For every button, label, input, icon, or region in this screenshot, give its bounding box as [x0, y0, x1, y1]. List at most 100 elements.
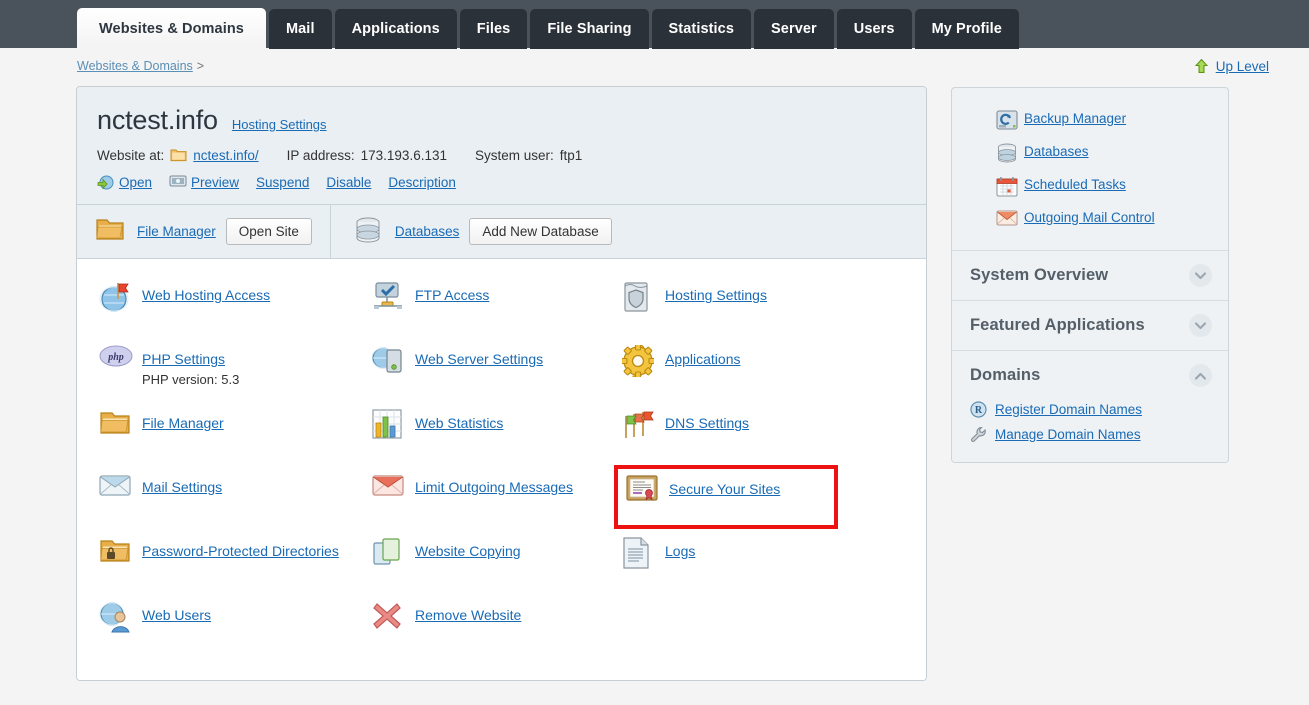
disable-action[interactable]: Disable: [326, 175, 371, 190]
domains-item-register[interactable]: R Register Domain Names: [970, 397, 1210, 422]
copy-pages-icon: [372, 537, 404, 569]
preview-link[interactable]: Preview: [191, 175, 239, 190]
grid-item-hosting-settings[interactable]: Hosting Settings: [622, 273, 912, 337]
tab-list: Websites & Domains Mail Applications Fil…: [77, 8, 1022, 49]
grid-item-web-statistics[interactable]: Web Statistics: [372, 401, 642, 465]
website-copying-link[interactable]: Website Copying: [415, 543, 521, 559]
chevron-down-icon[interactable]: [1189, 314, 1212, 337]
sidebar-item-scheduled-tasks[interactable]: Scheduled Tasks: [952, 168, 1228, 201]
domains-item-manage[interactable]: Manage Domain Names: [970, 422, 1210, 447]
grid-item-label-wrap: FTP Access: [415, 281, 489, 305]
hosting-settings-link[interactable]: Hosting Settings: [232, 117, 327, 132]
tab-label: Websites & Domains: [99, 20, 244, 37]
tab-files[interactable]: Files: [459, 9, 528, 49]
tab-users[interactable]: Users: [836, 9, 912, 49]
suspend-link[interactable]: Suspend: [256, 175, 309, 190]
dns-settings-link[interactable]: DNS Settings: [665, 415, 749, 431]
password-protected-directories-link[interactable]: Password-Protected Directories: [142, 543, 339, 559]
envelope-icon: [99, 473, 131, 505]
sidebar-section-domains[interactable]: Domains R Register Domain Names Manage D…: [952, 350, 1228, 462]
scheduled-tasks-link[interactable]: Scheduled Tasks: [1024, 177, 1126, 192]
preview-action[interactable]: Preview: [169, 174, 239, 191]
applications-link[interactable]: Applications: [665, 351, 741, 367]
web-server-settings-link[interactable]: Web Server Settings: [415, 351, 543, 367]
suspend-action[interactable]: Suspend: [256, 175, 309, 190]
grid-item-limit-outgoing-messages[interactable]: Limit Outgoing Messages: [372, 465, 642, 529]
tab-label: Mail: [285, 21, 315, 37]
grid-item-applications[interactable]: Applications: [620, 337, 912, 401]
tab-file-sharing[interactable]: File Sharing: [530, 9, 649, 49]
tab-websites-and-domains[interactable]: Websites & Domains: [77, 8, 266, 49]
tab-statistics[interactable]: Statistics: [651, 9, 752, 49]
logs-link[interactable]: Logs: [665, 543, 695, 559]
sidebar-item-backup-manager[interactable]: Backup Manager: [952, 102, 1228, 135]
feature-icon-grid: Web Hosting Access php PHP Settings PHP …: [77, 259, 926, 680]
web-statistics-link[interactable]: Web Statistics: [415, 415, 503, 431]
disable-link[interactable]: Disable: [326, 175, 371, 190]
secure-your-sites-link[interactable]: Secure Your Sites: [669, 481, 780, 497]
grid-item-dns-settings[interactable]: DNS Settings: [622, 401, 912, 465]
up-level-button[interactable]: Up Level: [1193, 58, 1269, 75]
outgoing-mail-control-link[interactable]: Outgoing Mail Control: [1024, 210, 1155, 225]
grid-item-file-manager[interactable]: File Manager: [99, 401, 369, 465]
website-path-link[interactable]: nctest.info/: [193, 148, 258, 163]
ftp-access-link[interactable]: FTP Access: [415, 287, 489, 303]
grid-item-secure-your-sites[interactable]: Secure Your Sites: [626, 471, 834, 523]
grid-item-logs[interactable]: Logs: [622, 529, 912, 593]
register-domain-names-link[interactable]: Register Domain Names: [995, 402, 1142, 417]
grid-item-web-users[interactable]: Web Users: [99, 593, 369, 657]
tab-mail[interactable]: Mail: [268, 9, 332, 49]
sidebar-item-databases[interactable]: Databases: [952, 135, 1228, 168]
remove-website-link[interactable]: Remove Website: [415, 607, 521, 623]
grid-item-ftp-access[interactable]: FTP Access: [372, 273, 642, 337]
grid-item-mail-settings[interactable]: Mail Settings: [99, 465, 369, 529]
grid-item-web-server-settings[interactable]: Web Server Settings: [371, 337, 642, 401]
system-overview-title: System Overview: [970, 266, 1109, 284]
sidebar-item-outgoing-mail-control[interactable]: Outgoing Mail Control: [952, 201, 1228, 234]
databases-link[interactable]: Databases: [1024, 144, 1089, 159]
grid-item-website-copying[interactable]: Website Copying: [372, 529, 642, 593]
up-level-label[interactable]: Up Level: [1216, 59, 1269, 74]
chevron-up-icon[interactable]: [1189, 364, 1212, 387]
grid-item-label-wrap: Web Server Settings: [415, 345, 543, 369]
hosting-settings-grid-link[interactable]: Hosting Settings: [665, 287, 767, 303]
open-link[interactable]: Open: [119, 175, 152, 190]
open-site-button[interactable]: Open Site: [225, 218, 312, 245]
mail-settings-link[interactable]: Mail Settings: [142, 479, 222, 495]
databases-toolbar-link[interactable]: Databases: [395, 224, 460, 239]
breadcrumb-link-root[interactable]: Websites & Domains: [77, 59, 193, 73]
tab-applications[interactable]: Applications: [334, 9, 457, 49]
description-action[interactable]: Description: [388, 175, 456, 190]
web-server-icon: [371, 345, 404, 377]
grid-item-web-hosting-access[interactable]: Web Hosting Access: [99, 273, 369, 337]
web-hosting-access-link[interactable]: Web Hosting Access: [142, 287, 270, 303]
tab-label: Users: [853, 21, 895, 37]
hosting-settings-link-wrap: Hosting Settings: [232, 117, 327, 132]
web-users-link[interactable]: Web Users: [142, 607, 211, 623]
grid-item-label-wrap: Website Copying: [415, 537, 521, 561]
sidebar-section-system-overview[interactable]: System Overview: [952, 250, 1228, 300]
sidebar-section-featured-applications[interactable]: Featured Applications: [952, 300, 1228, 350]
description-link[interactable]: Description: [388, 175, 456, 190]
add-new-database-button[interactable]: Add New Database: [469, 218, 612, 245]
envelope-red-icon: [372, 473, 404, 505]
database-icon: [996, 143, 1016, 163]
grid-item-password-protected-directories[interactable]: Password-Protected Directories: [99, 529, 369, 593]
backup-manager-link[interactable]: Backup Manager: [1024, 111, 1126, 126]
gear-icon: [620, 343, 656, 379]
folder-lock-icon: [99, 537, 131, 569]
file-manager-toolbar-link[interactable]: File Manager: [137, 224, 216, 239]
grid-item-label-wrap: DNS Settings: [665, 409, 749, 433]
grid-item-remove-website[interactable]: Remove Website: [372, 593, 642, 657]
grid-item-php-settings[interactable]: php PHP Settings PHP version: 5.3: [99, 337, 369, 401]
tab-my-profile[interactable]: My Profile: [914, 9, 1019, 49]
chevron-down-icon[interactable]: [1189, 264, 1212, 287]
manage-domain-names-link[interactable]: Manage Domain Names: [995, 427, 1141, 442]
limit-outgoing-messages-link[interactable]: Limit Outgoing Messages: [415, 479, 573, 495]
open-action[interactable]: Open: [97, 174, 152, 191]
php-settings-link[interactable]: PHP Settings: [142, 351, 225, 367]
tab-label: Applications: [351, 21, 440, 37]
tab-server[interactable]: Server: [754, 9, 834, 49]
file-manager-link[interactable]: File Manager: [142, 415, 224, 431]
breadcrumb-separator: >: [196, 59, 205, 73]
